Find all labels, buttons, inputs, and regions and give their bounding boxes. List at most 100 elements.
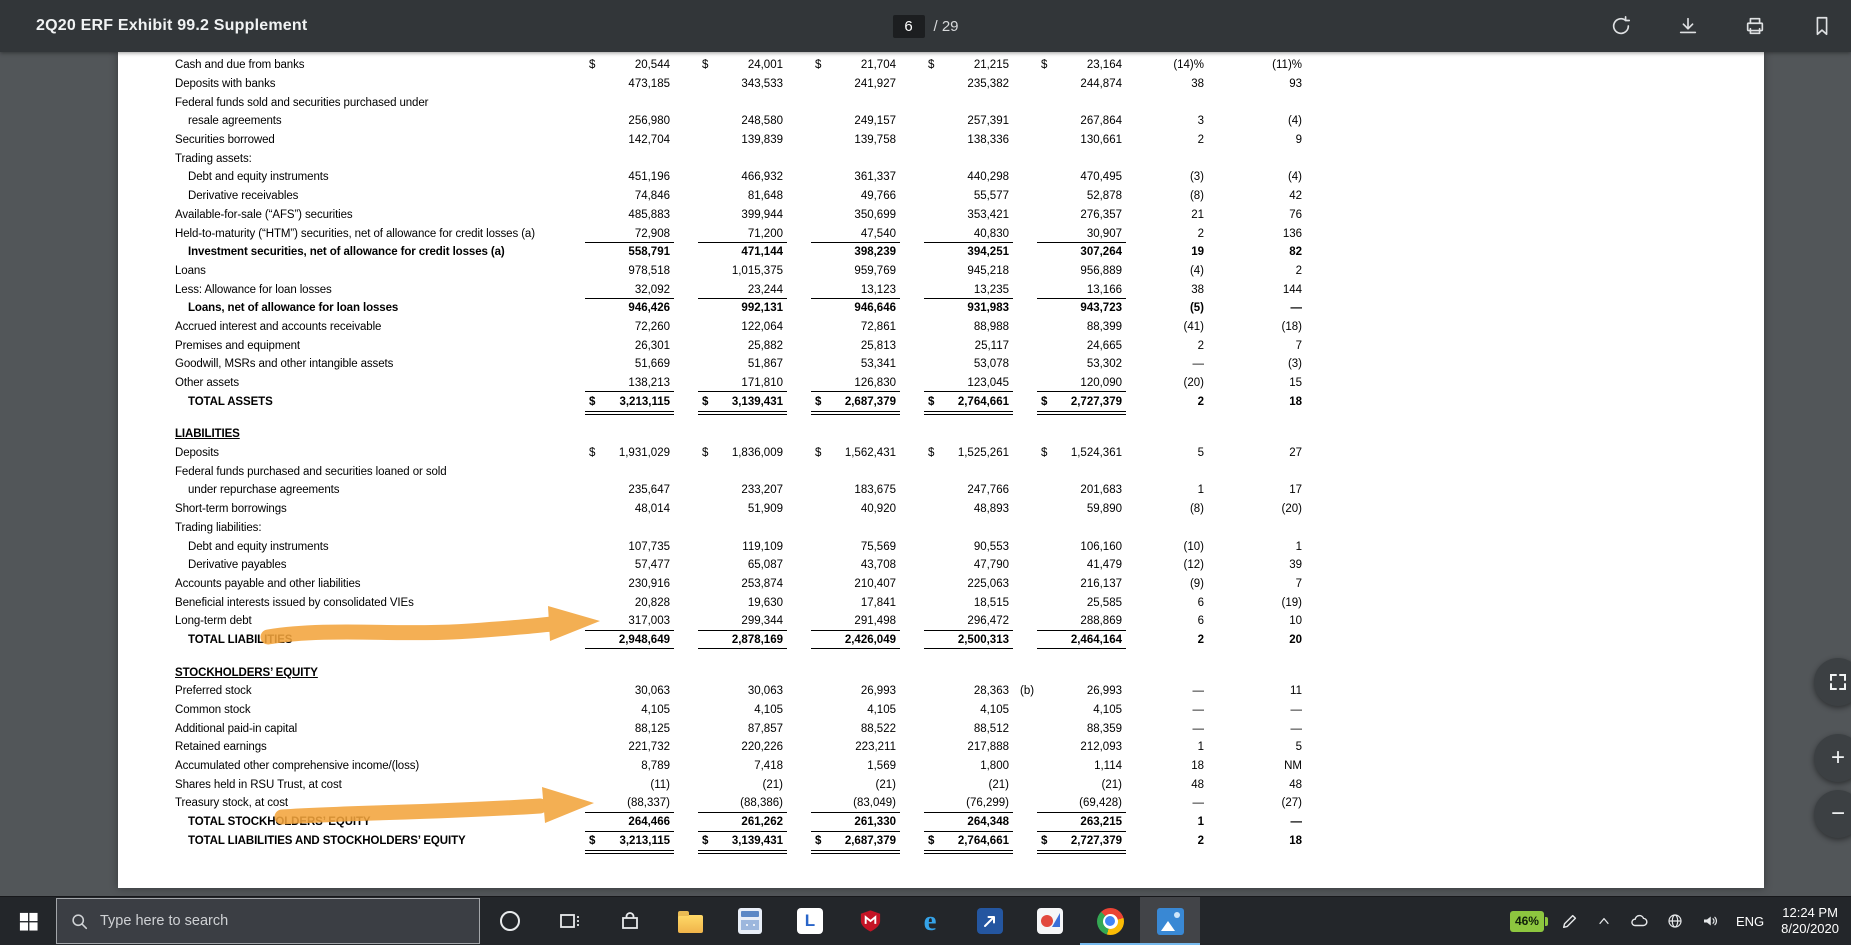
row-label: under repurchase agreements <box>188 484 340 497</box>
row-label: Debt and equity instruments <box>188 171 329 184</box>
windows-taskbar: Type here to search L e 46% ENG 12:24 PM… <box>0 896 1851 945</box>
value-cell: 139,758 <box>854 134 896 147</box>
pen-tray-button[interactable] <box>1561 912 1579 930</box>
value-cell: 2,426,049 <box>791 631 904 650</box>
taskbar-app-store[interactable] <box>600 897 660 945</box>
value-cell: 235,647 <box>628 484 670 497</box>
taskbar-app-photos[interactable] <box>1140 897 1200 945</box>
language-indicator[interactable]: ENG <box>1736 914 1764 929</box>
current-page-input[interactable]: 6 <box>892 14 925 38</box>
value-cell: (69,428) <box>1017 794 1130 813</box>
pct-cell: (8) <box>1189 190 1204 203</box>
value-cell: 18,515 <box>973 596 1009 609</box>
table-row: Accounts payable and other liabilities 23… <box>175 575 1764 594</box>
network-tray-button[interactable] <box>1666 912 1684 930</box>
clock[interactable]: 12:24 PM 8/20/2020 <box>1781 905 1839 937</box>
pct-cell: — <box>1192 358 1205 371</box>
fit-to-page-button[interactable] <box>1814 658 1851 706</box>
onedrive-tray-button[interactable] <box>1629 912 1649 930</box>
pct-cell: (18) <box>1281 320 1302 333</box>
start-button[interactable] <box>0 897 56 945</box>
table-row: Short-term borrowings 48,014 51,909 40,920 4… <box>175 500 1764 519</box>
row-label: Accumulated other comprehensive income/(… <box>175 760 420 773</box>
row-label: Available-for-sale (“AFS”) securities <box>175 208 353 221</box>
zoom-in-button[interactable]: + <box>1814 734 1851 782</box>
table-row: Less: Allowance for loan losses 32,092 23,… <box>175 280 1764 299</box>
taskbar-app-mcafee[interactable] <box>840 897 900 945</box>
mcafee-shield-icon <box>860 910 880 932</box>
table-row: Goodwill, MSRs and other intangible asse… <box>175 355 1764 374</box>
download-button[interactable] <box>1673 11 1703 41</box>
value-cell: 107,735 <box>628 540 670 553</box>
pct-cell: — <box>1192 704 1205 717</box>
value-cell: 25,882 <box>747 339 783 352</box>
pct-cell: (4) <box>1287 171 1302 184</box>
value-cell: 26,993 <box>860 685 896 698</box>
pct-cell: 1 <box>1197 741 1204 754</box>
taskbar-app-edge[interactable]: e <box>900 897 960 945</box>
value-cell: 241,927 <box>854 78 896 91</box>
value-cell: 13,235 <box>904 280 1017 299</box>
taskbar-app-cortana[interactable] <box>480 897 540 945</box>
value-cell: 217,888 <box>967 741 1009 754</box>
taskbar-app-chrome[interactable] <box>1080 897 1140 945</box>
taskbar-app-task-view[interactable] <box>540 897 600 945</box>
hidden-icons-button[interactable] <box>1596 913 1612 929</box>
value-cell: 4,105 <box>980 704 1009 717</box>
taskbar-search[interactable]: Type here to search <box>56 898 480 944</box>
value-cell: 1,114 <box>1094 760 1122 773</box>
pct-cell: 5 <box>1295 741 1302 754</box>
pct-cell: 82 <box>1289 246 1302 259</box>
table-row: Premises and equipment 26,301 25,882 25,813… <box>175 336 1764 355</box>
value-cell: 106,160 <box>1080 540 1122 553</box>
pct-cell: 7 <box>1295 577 1302 590</box>
pct-cell: 19 <box>1191 246 1204 259</box>
pct-cell: 144 <box>1282 283 1302 296</box>
table-row: Available-for-sale (“AFS”) securities 485… <box>175 206 1764 225</box>
value-cell: 48,893 <box>973 503 1009 516</box>
volume-tray-button[interactable] <box>1701 912 1719 930</box>
table-row: Securities borrowed 142,704 139,839 139,758… <box>175 131 1764 150</box>
rotate-icon <box>1612 16 1631 35</box>
taskbar-app-media[interactable] <box>1020 897 1080 945</box>
value-cell: 291,498 <box>791 612 904 631</box>
battery-indicator[interactable]: 46% <box>1509 910 1549 932</box>
value-cell: (83,049) <box>791 794 904 813</box>
value-cell: 264,348 <box>904 813 1017 832</box>
pct-cell: 136 <box>1282 227 1302 240</box>
value-cell: $1,562,431 <box>815 447 896 460</box>
table-row: Preferred stock 30,063 30,063 26,993 28,363(… <box>175 682 1764 701</box>
row-label: Short-term borrowings <box>175 503 287 516</box>
taskbar-app-file-explorer[interactable] <box>660 897 720 945</box>
print-button[interactable] <box>1740 11 1770 41</box>
zoom-out-button[interactable]: − <box>1814 790 1851 838</box>
bookmark-button[interactable] <box>1807 11 1837 41</box>
value-cell: 43,708 <box>860 559 896 572</box>
value-cell: 47,790 <box>973 559 1009 572</box>
volume-icon <box>1703 916 1717 926</box>
value-cell: 257,391 <box>967 115 1009 128</box>
row-label: Debt and equity instruments <box>188 540 329 553</box>
row-label: Retained earnings <box>175 741 267 754</box>
value-cell: 74,846 <box>634 190 670 203</box>
taskbar-app-blue[interactable] <box>960 897 1020 945</box>
value-cell: 122,064 <box>741 320 783 333</box>
value-cell: 183,675 <box>854 484 896 497</box>
value-cell: 126,830 <box>791 374 904 393</box>
value-cell: 256,980 <box>628 115 670 128</box>
value-cell: 25,585 <box>1086 596 1122 609</box>
media-app-icon <box>1037 908 1063 934</box>
pdf-toolbar: 2Q20 ERF Exhibit 99.2 Supplement 6 / 29 <box>0 0 1851 52</box>
value-cell: 4,105 <box>641 704 670 717</box>
value-cell: 51,867 <box>747 358 783 371</box>
value-cell: 233,207 <box>741 484 783 497</box>
pct-cell: (4) <box>1189 264 1204 277</box>
rotate-button[interactable] <box>1606 11 1636 41</box>
taskbar-app-calculator[interactable] <box>720 897 780 945</box>
table-row: Additional paid-in capital 88,125 87,857 88… <box>175 719 1764 738</box>
pct-cell: 21 <box>1191 208 1204 221</box>
pct-cell: (14)% <box>1173 59 1204 72</box>
taskbar-app-l[interactable]: L <box>780 897 840 945</box>
value-cell: 171,810 <box>678 374 791 393</box>
table-row: Federal funds purchased and securities l… <box>175 462 1764 481</box>
